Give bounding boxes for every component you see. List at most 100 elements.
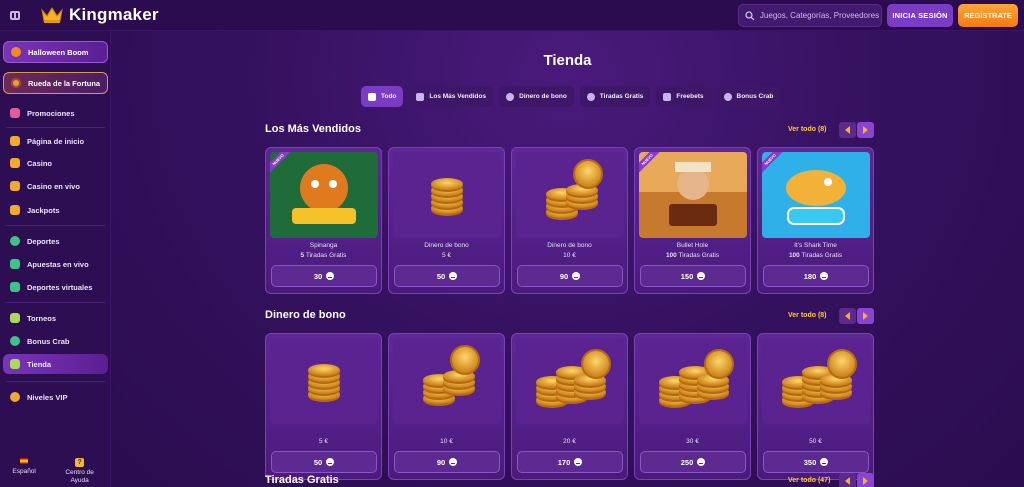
product-card[interactable]: NUEVO Spinanga 5 Tiradas Gratis 30 [265,147,382,294]
buy-button[interactable]: 90 [517,265,623,287]
tab-bonus-crab[interactable]: Bonus Crab [716,86,781,107]
buy-button[interactable]: 170 [517,451,623,473]
sidebar-item-casino[interactable]: Casino [3,153,108,173]
product-name: Dinero de bono [424,242,469,249]
sidebar-item-inicio[interactable]: Página de inicio [3,131,108,151]
brand-name: Kingmaker [69,5,159,24]
buy-button[interactable]: 30 [271,265,377,287]
tab-mas-vendidos[interactable]: Los Más Vendidos [409,86,494,107]
sidebar-item-tienda[interactable]: Tienda [3,354,108,374]
product-detail: 5 Tiradas Gratis [266,252,381,259]
product-detail: 5 € [389,252,504,259]
product-image [516,152,624,238]
crown-coin-icon [820,458,829,466]
price-value: 180 [803,271,817,281]
shop-icon [10,359,20,369]
next-arrow-icon[interactable] [857,308,874,324]
product-card[interactable]: 5 € 50 [265,333,382,480]
sidebar-promo-halloween[interactable]: Halloween Boom [3,41,108,63]
next-arrow-icon[interactable] [857,473,874,487]
sidebar-item-casino-en-vivo[interactable]: Casino en vivo [3,176,108,196]
crown-coin-icon [697,272,706,280]
product-card[interactable]: Dinero de bono 5 € 50 [388,147,505,294]
sidebar-item-niveles-vip[interactable]: Niveles VIP [3,387,108,407]
see-all-link[interactable]: Ver todo (8) [788,312,827,319]
language-label: Español [12,468,36,475]
product-name: 20 € [563,438,576,445]
buy-button[interactable]: 50 [394,265,500,287]
tab-todo[interactable]: Todo [361,86,404,107]
see-all-link[interactable]: Ver todo (47) [788,477,830,484]
soccer-icon [10,236,20,246]
product-image [639,338,747,424]
buy-button[interactable]: 50 [271,451,377,473]
divider [6,127,105,128]
product-card[interactable]: NUEVO It's Shark Time 100 Tiradas Gratis 18… [757,147,874,294]
tab-tiradas-gratis[interactable]: Tiradas Gratis [579,86,651,107]
sidebar-footer: Español ? Centro de Ayuda [0,458,111,485]
product-detail-text: 10 € [563,252,576,259]
top-bar: Kingmaker INICIA SESIÓN REGÍSTRATE [0,0,1024,31]
crown-coin-icon [820,272,829,280]
product-image: NUEVO [270,152,378,238]
tab-dinero-de-bono[interactable]: Dinero de bono [499,86,574,107]
wheel-icon [11,78,21,88]
prev-arrow-icon[interactable] [839,308,856,324]
language-selector[interactable]: Español [12,458,36,485]
buy-button[interactable]: 150 [640,265,746,287]
sidebar-item-torneos[interactable]: Torneos [3,308,108,328]
price-value: 150 [680,271,694,281]
live-bet-icon [10,259,20,269]
sidebar-item-deportes-virtuales[interactable]: Deportes virtuales [3,277,108,297]
tab-label: Bonus Crab [736,93,774,100]
product-card[interactable]: 10 € 90 [388,333,505,480]
category-tabs: Todo Los Más Vendidos Dinero de bono Tir… [361,86,781,107]
sidebar-promo-rueda[interactable]: Rueda de la Fortuna [3,72,108,94]
search-box[interactable] [738,4,882,27]
buy-button[interactable]: 250 [640,451,746,473]
register-button[interactable]: REGÍSTRATE [958,4,1018,27]
crown-coin-icon [326,272,335,280]
see-all-link[interactable]: Ver todo (8) [788,126,827,133]
sidebar-item-apuestas-en-vivo[interactable]: Apuestas en vivo [3,254,108,274]
login-button[interactable]: INICIA SESIÓN [887,4,953,27]
gamepad-icon [10,282,20,292]
product-detail: 10 € [512,252,627,259]
product-card[interactable]: 20 € 170 [511,333,628,480]
next-arrow-icon[interactable] [857,122,874,138]
sidebar: Halloween Boom Rueda de la Fortuna Promo… [0,31,111,487]
slot-icon [10,158,20,168]
price-value: 250 [680,457,694,467]
crown-coin-icon [572,272,581,280]
prev-arrow-icon[interactable] [839,473,856,487]
vip-icon [10,392,20,402]
divider [6,302,105,303]
tab-freebets[interactable]: Freebets [656,86,711,107]
sidebar-item-label: Tienda [27,359,52,369]
tab-label: Los Más Vendidos [429,93,487,100]
pumpkin-icon [11,47,21,57]
sidebar-item-promociones[interactable]: Promociones [3,103,108,123]
product-card[interactable]: 50 € 350 [757,333,874,480]
product-image: NUEVO [639,152,747,238]
logo[interactable]: Kingmaker [40,5,159,25]
gift-icon [10,108,20,118]
product-card[interactable]: 30 € 250 [634,333,751,480]
crown-coin-icon [449,272,458,280]
buy-button[interactable]: 90 [394,451,500,473]
sidebar-item-bonus-crab[interactable]: Bonus Crab [3,331,108,351]
prev-arrow-icon[interactable] [839,122,856,138]
search-input[interactable] [759,11,881,20]
sidebar-item-deportes[interactable]: Deportes [3,231,108,251]
product-name: Bullet Hole [676,242,709,249]
sidebar-item-label: Jackpots [27,205,60,215]
product-card[interactable]: NUEVO Bullet Hole 100 Tiradas Gratis 150 [634,147,751,294]
buy-button[interactable]: 180 [763,265,869,287]
product-card[interactable]: Dinero de bono 10 € 90 [511,147,628,294]
product-image [270,338,378,424]
sidebar-toggle-icon[interactable] [0,0,30,31]
buy-button[interactable]: 350 [763,451,869,473]
help-center-link[interactable]: ? Centro de Ayuda [61,458,99,485]
sidebar-item-jackpots[interactable]: Jackpots [3,200,108,220]
product-name: 30 € [686,438,699,445]
